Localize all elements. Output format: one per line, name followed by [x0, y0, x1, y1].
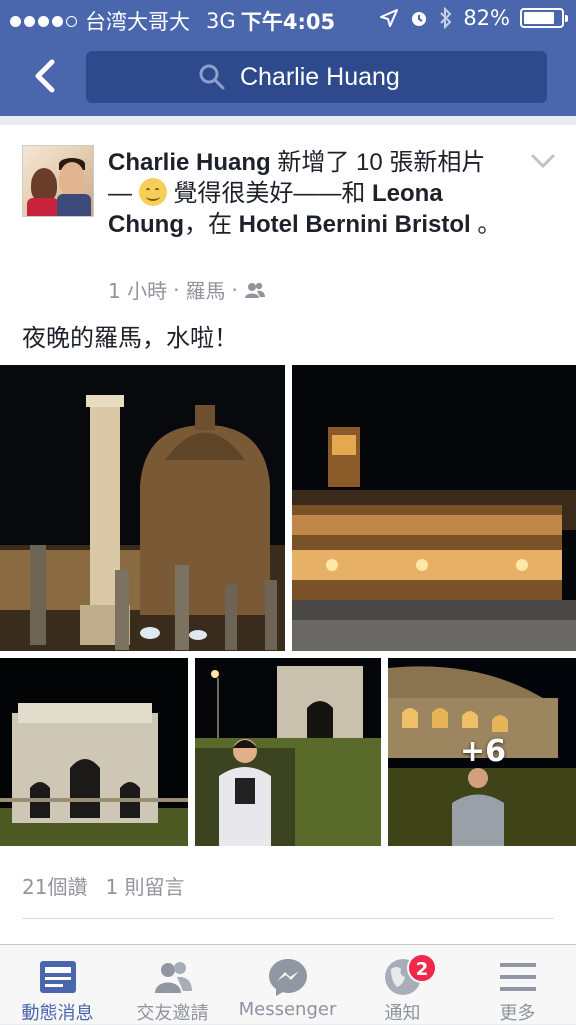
tab-label: 交友邀請	[136, 1003, 209, 1024]
author-name[interactable]: Charlie Huang	[108, 149, 271, 176]
end-text: 。	[470, 211, 502, 238]
tab-label: 動態消息	[21, 1003, 94, 1024]
at-text: ，在	[183, 211, 239, 238]
tab-messenger[interactable]: Messenger	[230, 945, 345, 1025]
search-input[interactable]	[240, 59, 530, 95]
status-right: 82%	[379, 6, 568, 30]
photo-column[interactable]	[0, 365, 285, 651]
chevron-down-icon[interactable]	[530, 151, 556, 171]
tab-friend-requests[interactable]: 交友邀請	[115, 945, 230, 1025]
tab-more[interactable]: 更多	[460, 945, 575, 1025]
location-arrow-icon	[380, 9, 399, 27]
meta-separator: ·	[231, 277, 238, 302]
search-bar[interactable]	[86, 51, 547, 103]
friends-icon	[155, 962, 192, 993]
back-arrow-icon[interactable]	[26, 56, 66, 96]
location-label[interactable]: 羅馬	[185, 275, 225, 304]
comments-count[interactable]: 1 則留言	[105, 871, 184, 900]
tab-label: Messenger	[238, 999, 337, 1020]
alarm-icon	[412, 12, 427, 26]
post-stats: 21個讚 1 則留言	[22, 871, 185, 900]
photo-arch[interactable]	[0, 658, 188, 846]
more-photos-count[interactable]: +6	[460, 734, 506, 769]
bluetooth-icon	[440, 7, 452, 29]
post-meta: 1 小時 · 羅馬 ·	[108, 275, 266, 304]
post-card: Charlie Huang 新增了 10 張新相片 — 覺得很美好——和 Leo…	[0, 125, 576, 945]
time-ago[interactable]: 1 小時	[108, 275, 167, 304]
battery-icon	[520, 8, 568, 28]
meta-separator: ·	[173, 277, 180, 302]
divider	[22, 918, 554, 919]
menu-icon	[500, 963, 536, 991]
search-icon	[199, 64, 225, 90]
news-feed-icon	[40, 961, 76, 993]
feeling-text: 覺得很美好——和	[166, 180, 373, 207]
notification-badge: 2	[407, 953, 437, 983]
avatar[interactable]	[22, 145, 94, 217]
tab-notifications[interactable]: 2 通知	[345, 945, 460, 1025]
tab-news-feed[interactable]: 動態消息	[0, 945, 115, 1025]
place-name[interactable]: Hotel Bernini Bristol	[239, 211, 471, 238]
battery-percent: 82%	[463, 6, 510, 30]
photo-person-arch[interactable]	[195, 658, 381, 846]
status-bar: 台湾大哥大 3G 下午4:05 82%	[0, 0, 576, 40]
post-headline: Charlie Huang 新增了 10 張新相片 — 覺得很美好——和 Leo…	[108, 147, 508, 240]
photo-market[interactable]	[292, 365, 576, 651]
tab-label: 更多	[499, 1003, 536, 1024]
messenger-icon	[269, 959, 307, 996]
likes-count[interactable]: 21個讚	[22, 871, 87, 900]
photo-colosseum[interactable]: +6	[388, 658, 576, 846]
bottom-tab-bar: 動態消息 交友邀請 Messenger 2 通知 更多	[0, 944, 576, 1024]
friends-audience-icon	[244, 282, 265, 298]
tab-label: 通知	[384, 1003, 421, 1024]
post-text: 夜晚的羅馬，水啦！	[22, 324, 238, 352]
smile-emoji-icon	[138, 178, 167, 206]
top-header: 台湾大哥大 3G 下午4:05 82%	[0, 0, 576, 116]
